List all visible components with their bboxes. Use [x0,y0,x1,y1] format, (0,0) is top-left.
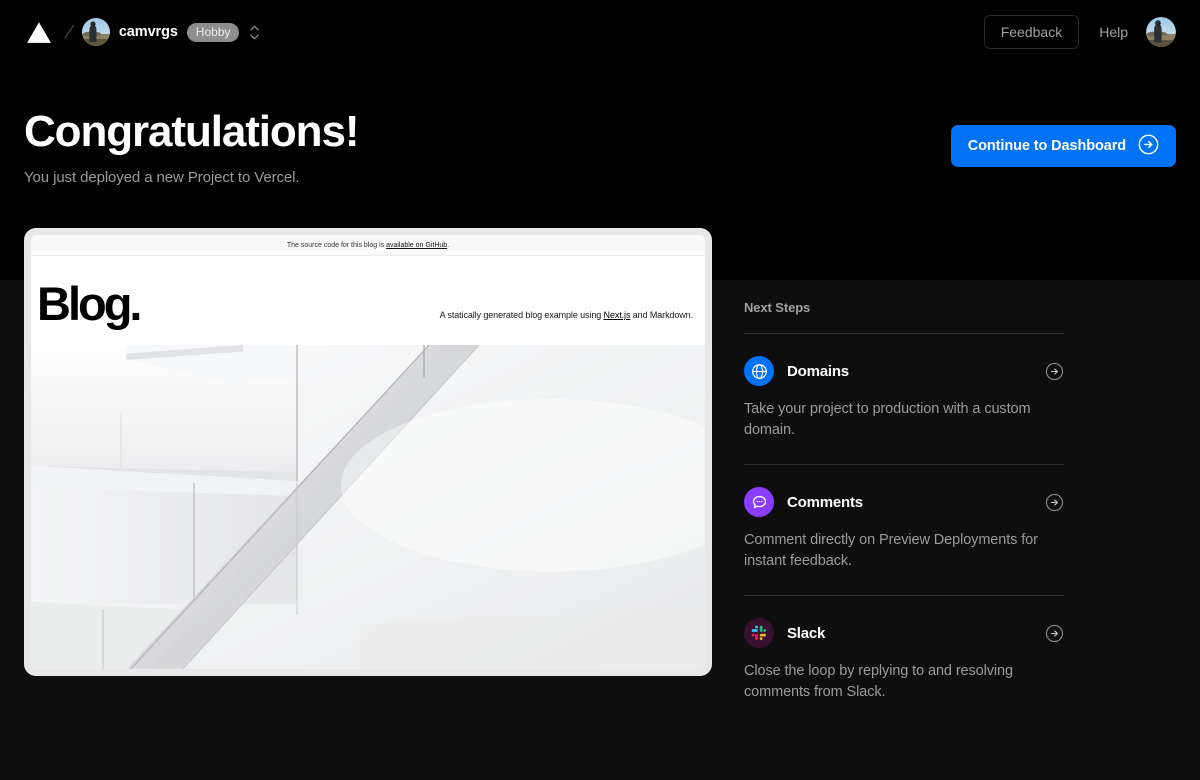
comment-bubble-icon [744,487,774,518]
blog-tagline: A statically generated blog example usin… [440,310,693,325]
breadcrumb-separator: / [62,20,76,44]
arrow-right-circle-icon[interactable] [1045,624,1064,643]
deployment-success-page: / camvrgs Hobby Feedback Help Congratula… [0,0,1200,780]
cta-label: Continue to Dashboard [967,138,1126,154]
next-step-item-domains[interactable]: Domains Take your project to production … [744,334,1064,464]
vercel-triangle-logo-icon[interactable] [24,17,54,47]
team-breadcrumb-item[interactable]: camvrgs Hobby [81,18,240,46]
next-step-header: Comments [744,487,1064,518]
arrow-right-circle-icon[interactable] [1045,362,1064,381]
page-title: Congratulations! [24,107,359,156]
blog-title: Blog. [37,277,142,330]
next-step-header: Slack [744,618,1064,649]
deployment-preview-card[interactable]: The source code for this blog is availab… [24,228,712,676]
plan-badge: Hobby [186,22,240,42]
page-subtitle: You just deployed a new Project to Verce… [24,169,300,187]
user-avatar[interactable] [1146,17,1176,47]
github-source-link[interactable]: available on GitHub [386,242,447,249]
arrow-right-circle-icon[interactable] [1045,493,1064,512]
next-step-label: Slack [787,624,826,642]
next-step-description: Take your project to production with a c… [744,401,1031,438]
next-step-description: Close the loop by replying to and resolv… [744,663,1013,700]
next-steps-title: Next Steps [744,300,811,315]
blog-tagline-suffix: and Markdown. [630,310,693,321]
next-step-description: Comment directly on Preview Deployments … [744,532,1038,569]
team-name-label: camvrgs [118,24,178,40]
preview-source-text: The source code for this blog is availab… [287,242,449,249]
help-link[interactable]: Help [1099,24,1128,40]
preview-source-prefix: The source code for this blog is [286,241,387,249]
next-steps-panel: Next Steps Domains Take your project to … [744,300,1064,726]
chevron-up-down-icon[interactable] [250,25,260,40]
next-step-label: Domains [787,362,849,380]
blog-hero-image [31,345,705,669]
preview-source-suffix: . [447,241,450,249]
next-step-header: Domains [744,356,1064,386]
header-actions-group: Feedback Help [983,15,1176,49]
arrow-right-circle-icon [1138,134,1159,159]
preview-source-banner: The source code for this blog is availab… [31,235,705,256]
top-navigation-bar: / camvrgs Hobby Feedback Help [0,0,1200,64]
next-step-item-comments[interactable]: Comments Comment directly on Preview Dep… [744,465,1064,595]
globe-icon [744,356,774,386]
preview-browser-frame: The source code for this blog is availab… [31,235,705,669]
next-step-item-slack[interactable]: Slack Close the loop by replying to and … [744,596,1064,726]
blog-masthead: Blog. A statically generated blog exampl… [31,256,705,345]
nextjs-link[interactable]: Next.js [604,310,631,320]
hero-section: Congratulations! You just deployed a new… [24,107,1176,187]
continue-to-dashboard-button[interactable]: Continue to Dashboard [950,125,1176,167]
header-breadcrumb-group: / camvrgs Hobby [24,17,260,47]
slack-logo-icon [744,618,774,649]
next-step-label: Comments [787,493,863,511]
team-avatar [81,18,110,46]
hero-text-block: Congratulations! You just deployed a new… [24,107,359,187]
blog-tagline-prefix: A statically generated blog example usin… [439,310,604,321]
feedback-button[interactable]: Feedback [983,15,1080,49]
